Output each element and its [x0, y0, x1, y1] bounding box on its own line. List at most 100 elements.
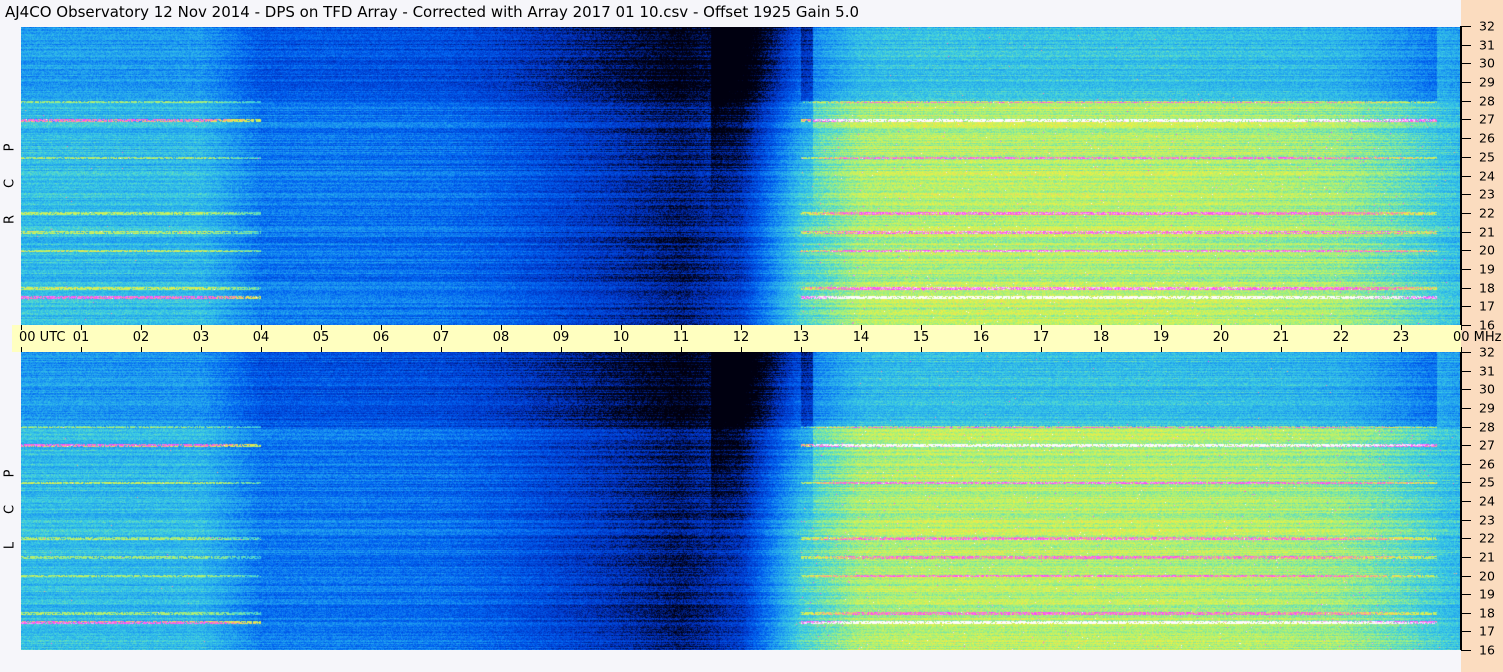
x-tick [561, 347, 562, 352]
y-tick-label: 32 [1479, 18, 1495, 34]
lcp-spectrogram-heatmap [21, 352, 1460, 650]
y-tick [1461, 556, 1471, 558]
x-tick [741, 347, 742, 352]
x-tick [561, 325, 562, 330]
y-tick-label: 29 [1479, 74, 1495, 90]
x-tick [501, 325, 502, 330]
x-tick [321, 347, 322, 352]
x-tick-label: 13 [792, 330, 810, 345]
x-tick [861, 325, 862, 330]
x-tick-label: 04 [252, 330, 270, 345]
y-tick-label: 27 [1479, 111, 1495, 127]
polarization-letter: C [2, 178, 18, 189]
polarization-letter: P [2, 469, 18, 478]
x-tick-label: 23 [1392, 330, 1410, 345]
y-tick [1461, 212, 1471, 214]
y-tick-label: 21 [1479, 549, 1495, 565]
x-tick-label: 10 [612, 330, 630, 345]
x-tick-label: 15 [912, 330, 930, 345]
x-tick-label: 12 [732, 330, 750, 345]
y-tick [1461, 612, 1471, 614]
y-tick [1461, 194, 1471, 196]
y-tick [1461, 26, 1471, 27]
y-tick [1461, 119, 1471, 121]
x-tick [801, 325, 802, 330]
x-tick-label: 05 [312, 330, 330, 345]
polarization-letter: R [2, 214, 18, 225]
x-tick [21, 325, 22, 330]
y-tick [1461, 370, 1471, 372]
y-tick-label: 20 [1479, 242, 1495, 258]
y-tick [1461, 482, 1471, 484]
x-tick-label: 07 [432, 330, 450, 345]
x-tick [81, 325, 82, 330]
x-tick [801, 347, 802, 352]
y-tick [1461, 306, 1471, 308]
y-tick-label: 26 [1479, 456, 1495, 472]
x-tick-label: 20 [1212, 330, 1230, 345]
y-tick [1461, 389, 1471, 391]
y-tick-label: 24 [1479, 493, 1495, 509]
x-tick [621, 325, 622, 330]
x-tick [141, 347, 142, 352]
rcp-spectrogram-heatmap [21, 27, 1460, 325]
x-tick-label: 06 [372, 330, 390, 345]
y-tick-label: 30 [1479, 55, 1495, 71]
x-tick [1101, 325, 1102, 330]
y-tick [1461, 407, 1471, 409]
x-tick [441, 347, 442, 352]
x-tick [261, 347, 262, 352]
utc-time-axis: 00 UTC 01 02 03 04 05 06 07 08 09 10 11 12 13 14 15 16 17… [12, 325, 1502, 352]
y-tick [1461, 138, 1471, 140]
x-tick [681, 325, 682, 330]
y-tick [1461, 325, 1471, 326]
y-tick [1461, 594, 1471, 596]
y-tick-label: 28 [1479, 93, 1495, 109]
y-tick-label: 25 [1479, 474, 1495, 490]
y-tick-label: 23 [1479, 186, 1495, 202]
x-tick [621, 347, 622, 352]
x-tick [1281, 325, 1282, 330]
x-tick [201, 347, 202, 352]
x-tick [1101, 347, 1102, 352]
y-tick-label: 22 [1479, 205, 1495, 221]
x-tick-label: 21 [1272, 330, 1290, 345]
y-tick [1461, 231, 1471, 233]
x-tick [441, 325, 442, 330]
x-tick-label: 14 [852, 330, 870, 345]
x-tick [1041, 325, 1042, 330]
x-tick-label: 00 UTC [19, 330, 66, 345]
y-tick-label: 24 [1479, 168, 1495, 183]
y-tick-label: 27 [1479, 437, 1495, 453]
y-tick [1461, 175, 1471, 177]
x-tick-label: 22 [1332, 330, 1350, 345]
y-tick-label: 18 [1479, 605, 1495, 621]
x-tick [1401, 325, 1402, 330]
x-tick [981, 347, 982, 352]
x-tick-label: 18 [1092, 330, 1110, 345]
y-tick-label: 31 [1479, 37, 1495, 53]
x-tick [861, 347, 862, 352]
y-tick [1461, 519, 1471, 521]
y-tick [1461, 82, 1471, 84]
y-tick-label: 23 [1479, 512, 1495, 528]
y-tick [1461, 250, 1471, 252]
y-tick-label: 29 [1479, 400, 1495, 416]
y-tick-label: 26 [1479, 130, 1495, 146]
y-tick [1461, 352, 1471, 353]
y-tick-label: 16 [1479, 317, 1495, 333]
y-tick-label: 21 [1479, 224, 1495, 240]
x-tick [741, 325, 742, 330]
x-tick-label: 08 [492, 330, 510, 345]
x-tick [1341, 347, 1342, 352]
y-tick-label: 30 [1479, 381, 1495, 397]
y-tick [1461, 100, 1471, 102]
x-tick [321, 325, 322, 330]
x-tick [1221, 325, 1222, 330]
y-tick-label: 19 [1479, 261, 1495, 277]
x-tick [261, 325, 262, 330]
x-tick [1161, 347, 1162, 352]
y-tick-label: 22 [1479, 530, 1495, 546]
y-tick [1461, 426, 1471, 428]
x-tick [1161, 325, 1162, 330]
